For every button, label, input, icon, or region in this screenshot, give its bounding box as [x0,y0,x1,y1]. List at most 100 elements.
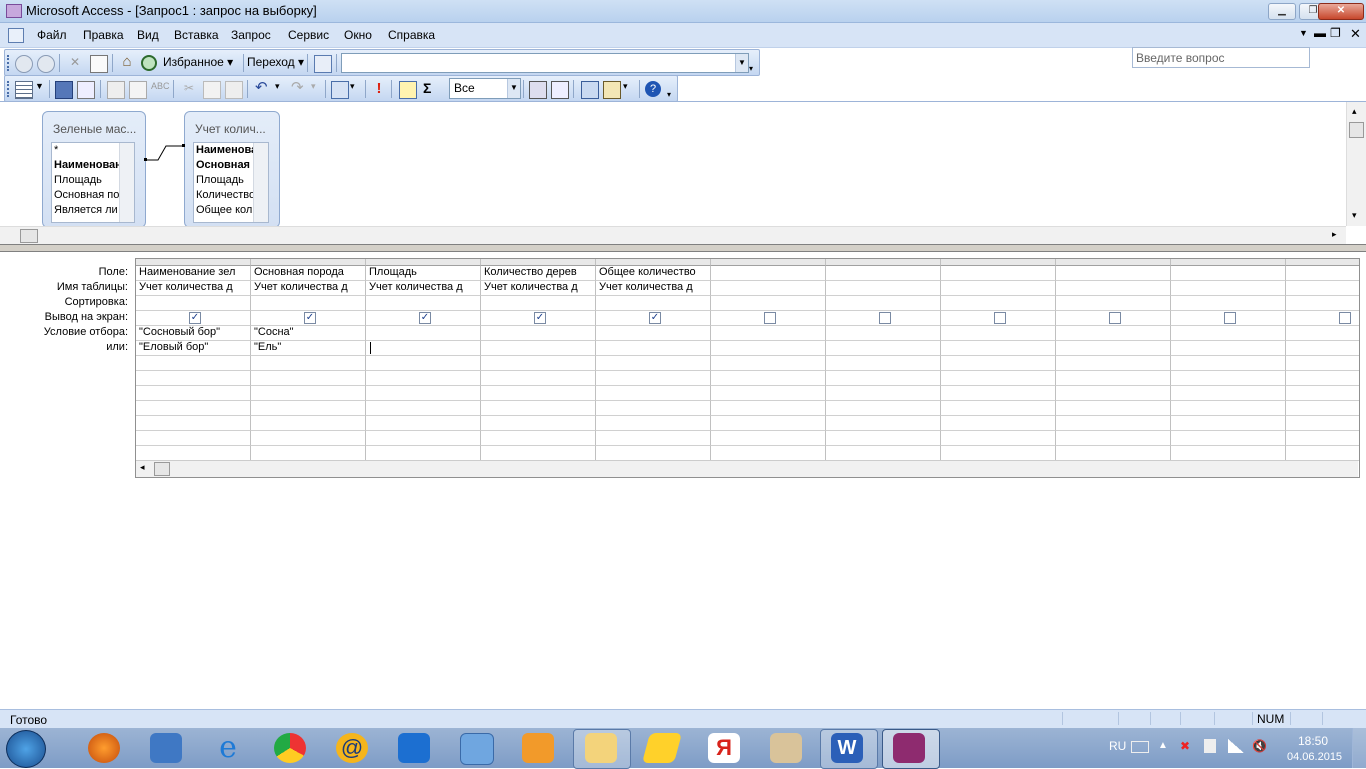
grid-cell[interactable] [366,356,481,371]
chrome-icon[interactable] [274,733,306,763]
grid-cell[interactable] [941,341,1056,356]
toolbar-options-icon[interactable]: ▾ [749,64,753,73]
grid-cell[interactable] [941,401,1056,416]
forward-icon[interactable] [37,55,55,73]
speaker-app-icon[interactable] [150,733,182,763]
grid-cell[interactable] [596,416,711,431]
field-list-scrollbar[interactable] [253,143,268,222]
grid-cell[interactable] [1056,341,1171,356]
grid-cell[interactable]: Количество дерев [481,266,596,281]
totals-icon[interactable]: Σ [423,81,439,97]
show-checkbox[interactable] [994,312,1006,324]
grid-cell[interactable] [941,326,1056,341]
grid-cell[interactable] [826,356,941,371]
grid-cell[interactable]: ✓ [136,311,251,326]
grid-cell[interactable] [1286,281,1359,296]
grid-cell[interactable]: Учет количества д [596,281,711,296]
grid-cell[interactable] [1286,266,1359,281]
help-question-input[interactable]: Введите вопрос [1132,47,1310,68]
show-checkbox[interactable] [764,312,776,324]
grid-cell[interactable] [941,296,1056,311]
grid-cell[interactable] [1171,311,1286,326]
column-selector[interactable] [1056,259,1171,266]
grid-cell[interactable] [941,431,1056,446]
grid-cell[interactable] [136,356,251,371]
grid-cell[interactable] [136,431,251,446]
grid-cell[interactable] [251,431,366,446]
grid-cell[interactable] [596,356,711,371]
grid-cell[interactable] [1171,356,1286,371]
refresh-icon[interactable] [90,55,108,73]
access-icon[interactable] [893,733,925,763]
table-box-tree-count[interactable]: Учет колич... Наименова Основная п Площа… [184,111,280,228]
keyboard-icon[interactable] [1131,741,1149,753]
grid-cell[interactable] [1171,296,1286,311]
grid-cell[interactable] [1171,266,1286,281]
grid-cell[interactable] [596,341,711,356]
grid-cell[interactable] [481,371,596,386]
show-checkbox[interactable] [1339,312,1351,324]
menu-insert[interactable]: Вставка [174,28,219,42]
mdi-close-button[interactable]: ✕ [1350,26,1361,42]
grid-cell[interactable] [366,341,481,356]
help-dropdown-icon[interactable]: ▼ [1299,28,1308,38]
volume-icon[interactable]: 🔇 [1252,739,1267,753]
grid-cell[interactable]: Общее количество [596,266,711,281]
back-icon[interactable] [15,55,33,73]
menu-help[interactable]: Справка [388,28,435,42]
new-object-dropdown-icon[interactable]: ▾ [623,81,639,97]
menu-view[interactable]: Вид [137,28,159,42]
grid-cell[interactable] [1056,431,1171,446]
grid-cell[interactable] [366,401,481,416]
grid-cell[interactable] [1056,326,1171,341]
grid-cell[interactable] [366,326,481,341]
grid-cell[interactable] [1171,386,1286,401]
home-icon[interactable]: ⌂ [119,54,135,71]
top-values-combo[interactable]: Все ▼ [449,78,521,99]
column-selector[interactable] [1286,259,1359,266]
undo-dropdown-icon[interactable]: ▾ [275,81,291,97]
field-list-scrollbar[interactable] [119,143,134,222]
show-desktop-button[interactable] [1352,728,1366,768]
grid-cell[interactable] [1171,446,1286,461]
column-selector[interactable] [366,259,481,266]
start-button[interactable] [6,730,46,768]
grid-cell[interactable] [136,371,251,386]
grid-cell[interactable] [596,296,711,311]
maxthon-icon[interactable] [398,733,430,763]
grid-cell[interactable] [1286,341,1359,356]
address-combo[interactable]: ▼ [341,53,749,73]
show-checkbox[interactable]: ✓ [189,312,201,324]
grid-cell[interactable] [1286,446,1359,461]
grid-cell[interactable] [941,446,1056,461]
grid-cell[interactable] [366,431,481,446]
scroll-down-icon[interactable]: ▾ [1352,210,1357,221]
grid-cell[interactable] [251,416,366,431]
grid-cell[interactable]: ✓ [251,311,366,326]
grid-cell[interactable] [1286,401,1359,416]
grid-cell[interactable] [136,446,251,461]
signal-icon[interactable] [1228,739,1244,753]
show-checkbox[interactable]: ✓ [534,312,546,324]
network-error-icon[interactable]: ✖ [1180,739,1196,753]
toolbar-options-icon[interactable]: ▾ [667,90,671,99]
mail-icon[interactable] [460,733,494,765]
grid-cell[interactable] [251,386,366,401]
grid-cell[interactable]: "Сосна" [251,326,366,341]
grid-cell[interactable] [711,311,826,326]
grid-cell[interactable] [711,416,826,431]
menu-file[interactable]: Файл [37,28,67,42]
scroll-up-icon[interactable]: ▴ [1352,106,1357,117]
grid-cell[interactable] [826,401,941,416]
cut-icon[interactable]: ✂ [181,81,197,97]
grid-cell[interactable]: ✓ [481,311,596,326]
device-icon[interactable] [1204,739,1216,753]
clock-date[interactable]: 04.06.2015 [1287,751,1342,763]
grid-cell[interactable] [826,311,941,326]
grid-cell[interactable]: Площадь [366,266,481,281]
grid-cell[interactable] [136,386,251,401]
grid-cell[interactable] [136,401,251,416]
grid-cell[interactable] [1056,311,1171,326]
grid-cell[interactable]: "Ель" [251,341,366,356]
grid-cell[interactable] [481,431,596,446]
